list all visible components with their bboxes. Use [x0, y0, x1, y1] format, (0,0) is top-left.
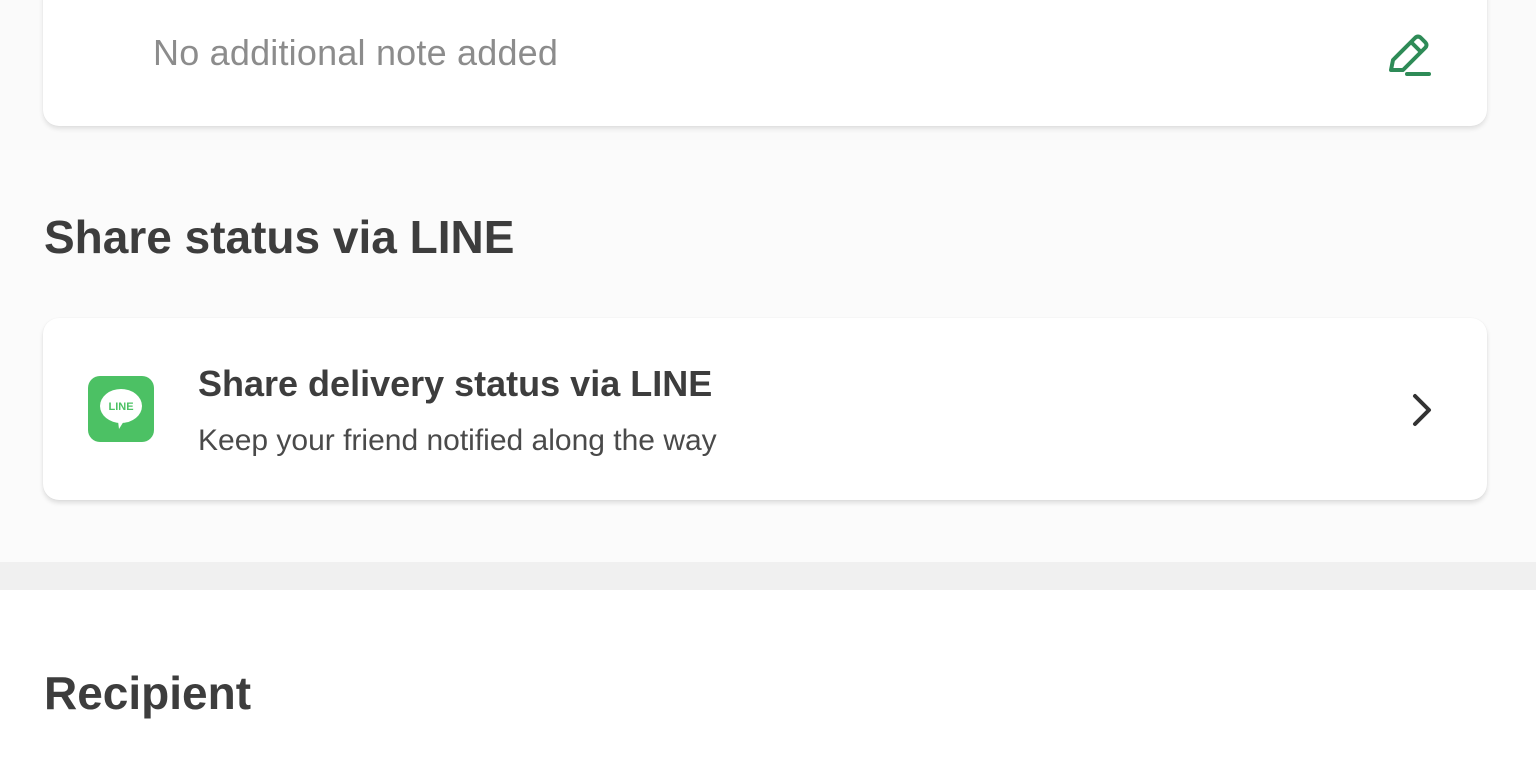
share-via-line-button[interactable]: LINE Share delivery status via LINE Keep… — [43, 318, 1487, 500]
note-card: No additional note added — [43, 0, 1487, 126]
line-section-title: Share status via LINE — [44, 211, 515, 263]
pencil-edit-icon[interactable] — [1383, 30, 1435, 80]
section-divider — [0, 562, 1536, 590]
chevron-right-icon — [1409, 392, 1435, 428]
delivery-details-page: No additional note added Share status vi… — [0, 0, 1536, 783]
line-card-title: Share delivery status via LINE — [198, 363, 713, 404]
line-logo-icon: LINE — [88, 376, 154, 442]
line-card-subtitle: Keep your friend notified along the way — [198, 424, 717, 457]
recipient-section-title: Recipient — [44, 667, 252, 719]
note-text: No additional note added — [153, 32, 559, 73]
svg-text:LINE: LINE — [108, 401, 133, 413]
